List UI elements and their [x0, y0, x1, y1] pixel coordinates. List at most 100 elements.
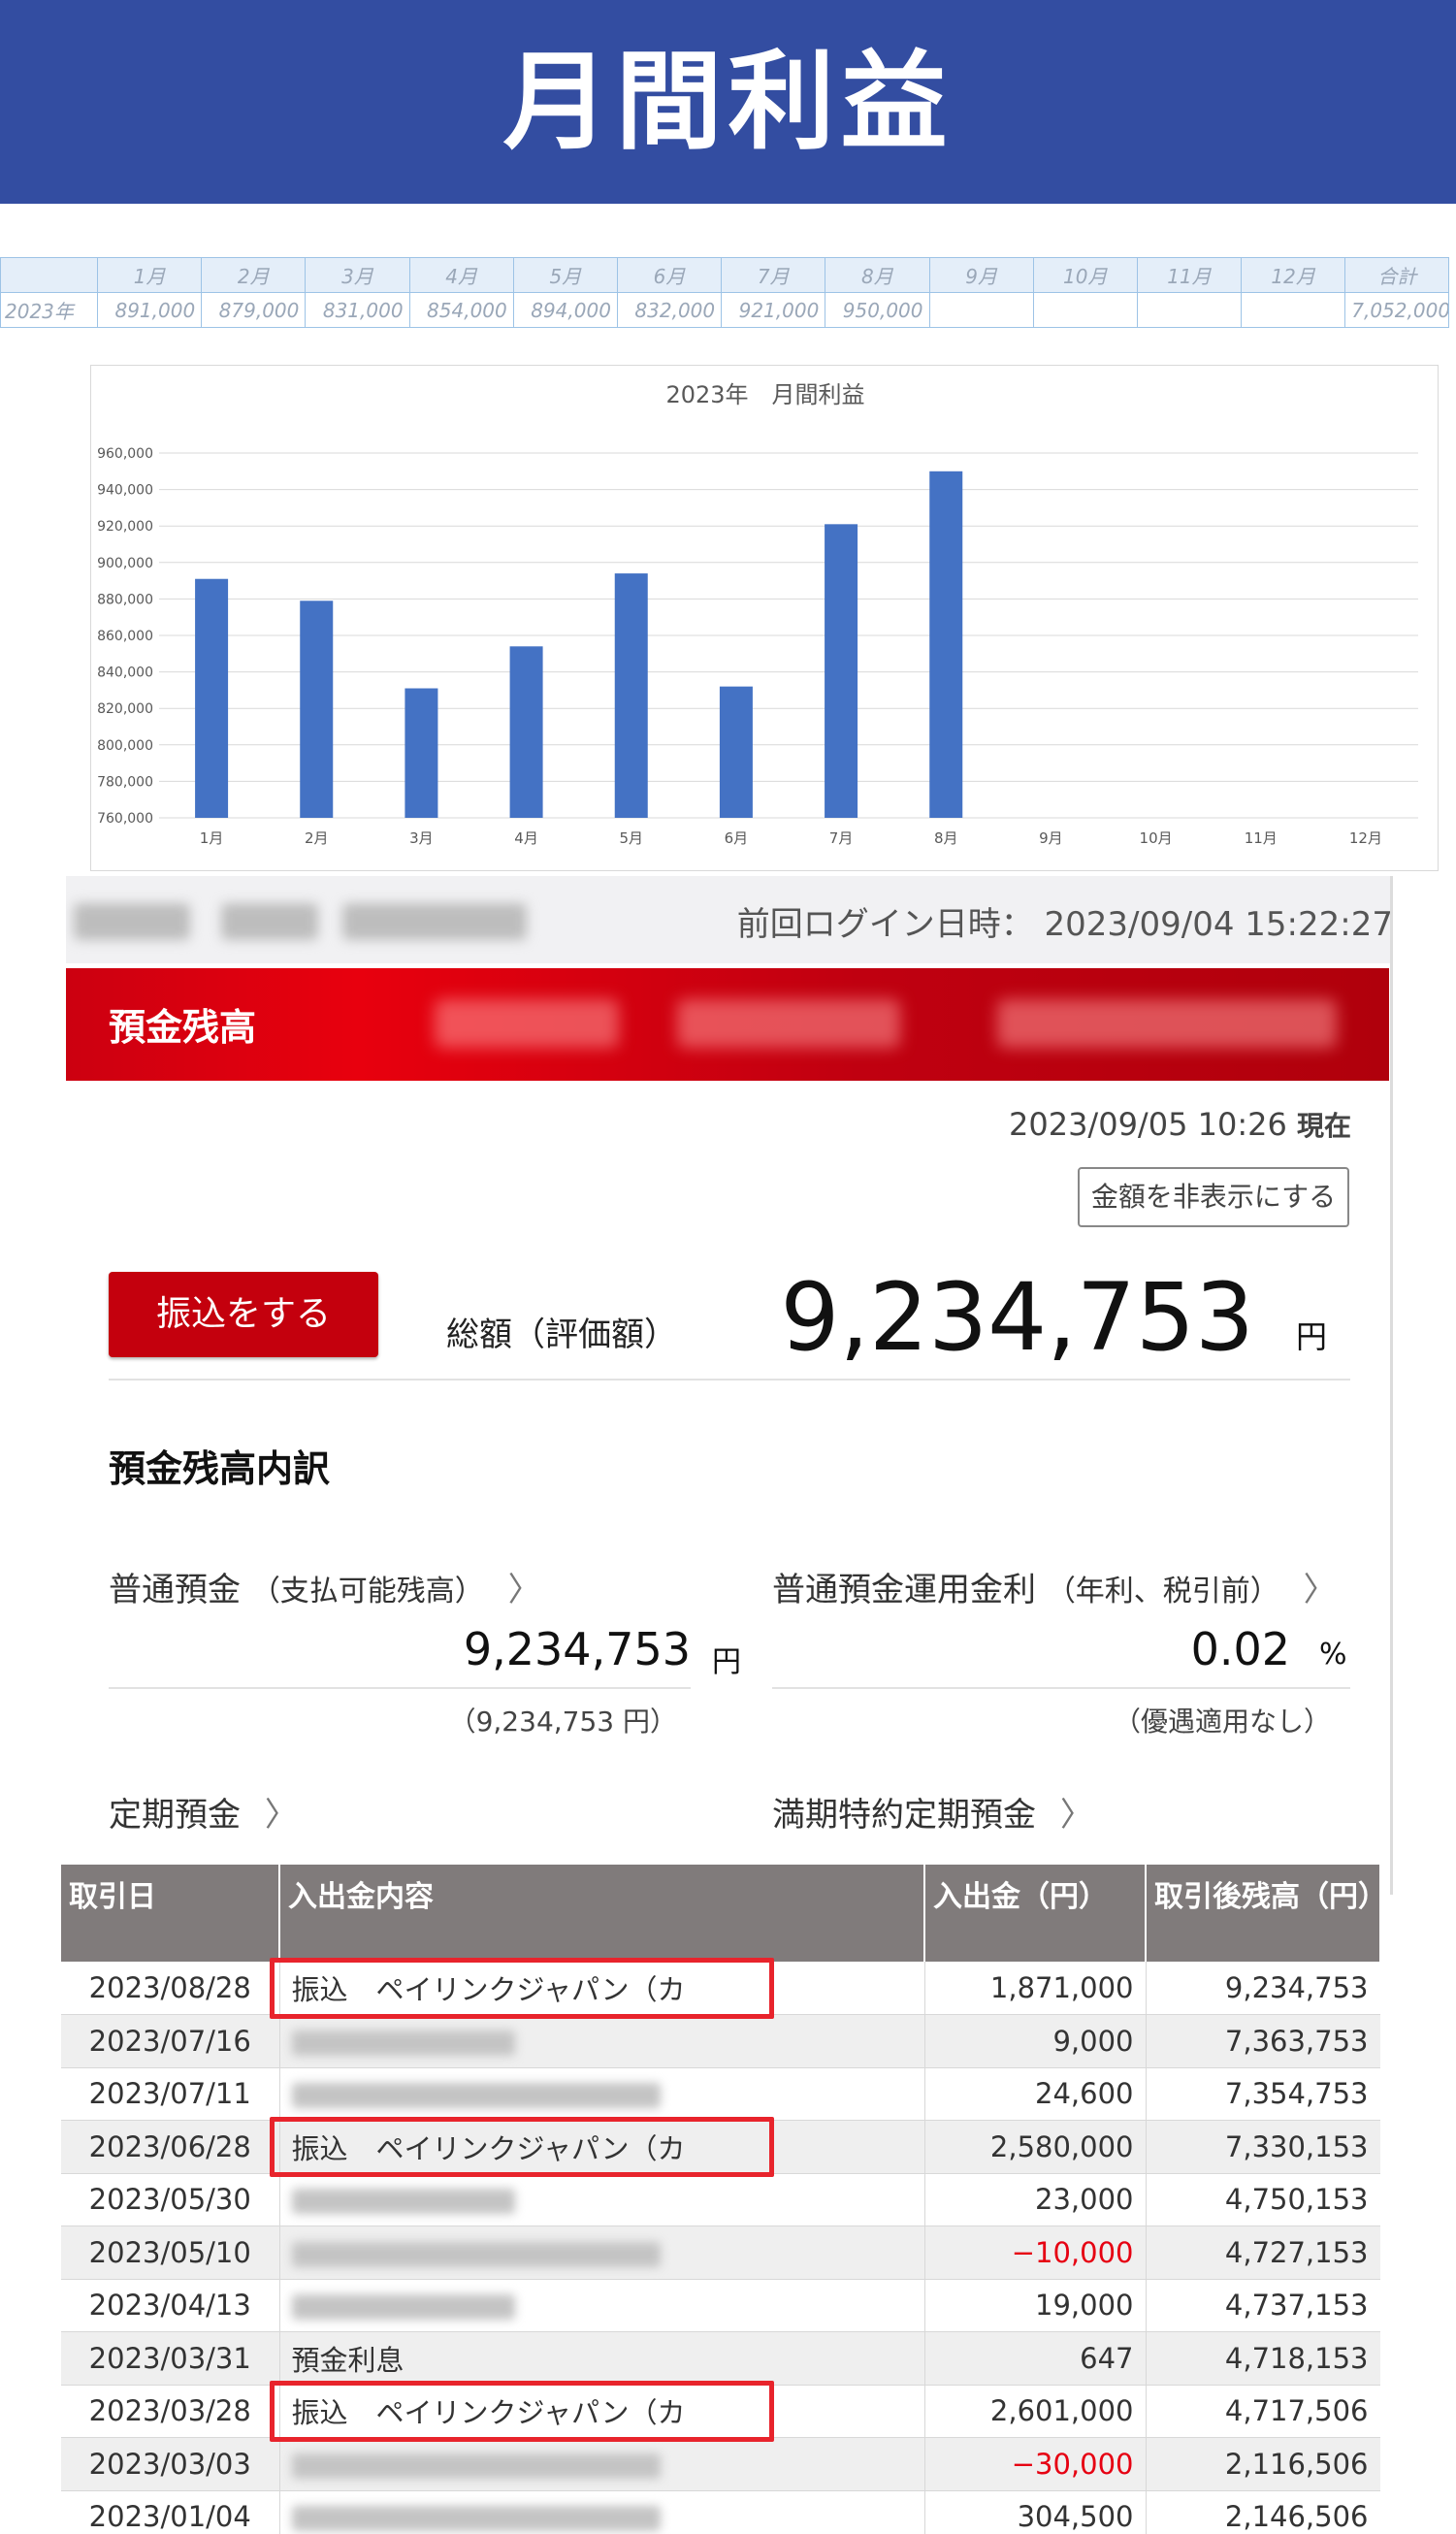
month-value-cell: 950,000 [825, 292, 930, 328]
x-tick-label: 12月 [1349, 829, 1382, 847]
y-tick-label: 920,000 [97, 519, 153, 535]
balance-header-bar: 預金残高 [66, 968, 1389, 1081]
total-yen-unit: 円 [1296, 1318, 1328, 1355]
month-header-cell: 3月 [305, 257, 410, 293]
transaction-balance: 7,354,753 [1146, 2067, 1380, 2121]
transaction-date: 2023/05/10 [61, 2225, 280, 2280]
interest-rate-link[interactable]: 普通預金運用金利 （年利、税引前） 〉 [772, 1563, 1337, 1610]
transaction-row: 2023/05/10 −10,000 4,727,153 [61, 2225, 1380, 2280]
transaction-balance: 4,750,153 [1146, 2173, 1380, 2226]
transaction-balance: 4,717,506 [1146, 2385, 1380, 2438]
transfer-button[interactable]: 振込をする [109, 1272, 378, 1357]
divider [109, 1379, 1350, 1381]
transaction-date: 2023/01/04 [61, 2490, 280, 2534]
y-tick-label: 780,000 [97, 774, 153, 790]
transaction-description [279, 2279, 925, 2332]
month-value-cell: 854,000 [408, 292, 514, 328]
chart-title: 2023年 月間利益 [665, 381, 864, 408]
month-value-cell [1136, 292, 1243, 328]
header-amount: 入出金（円） [924, 1865, 1147, 1962]
monthly-profit-table: 1月 2月 3月 4月 5月 6月 7月 8月 9月 10月 11月 12月 合計 2023年 891,… [0, 257, 1450, 328]
x-tick-label: 10月 [1140, 829, 1173, 847]
month-header-cell: 4月 [408, 257, 514, 293]
x-tick-label: 3月 [409, 829, 434, 847]
transaction-row: 2023/01/04 304,500 2,146,506 [61, 2490, 1380, 2534]
y-tick-label: 820,000 [97, 701, 153, 717]
bar-6 [719, 686, 753, 818]
interest-rate-label: 普通預金運用金利 [772, 1571, 1036, 1609]
transaction-balance: 4,718,153 [1146, 2331, 1380, 2386]
chevron-right-icon: 〉 [1303, 1571, 1337, 1609]
month-value-cell: 7,052,000 [1344, 292, 1450, 328]
x-tick-label: 5月 [619, 829, 643, 847]
ordinary-deposit-link[interactable]: 普通預金 （支払可能残高） 〉 [109, 1563, 541, 1610]
transaction-amount: 9,000 [924, 2014, 1147, 2068]
month-header-cell: 8月 [825, 257, 930, 293]
transaction-balance: 2,116,506 [1146, 2437, 1380, 2491]
x-tick-label: 8月 [934, 829, 958, 847]
as-of-date: 2023/09/05 10:26 [1008, 1106, 1287, 1143]
transaction-amount: 2,580,000 [924, 2120, 1147, 2174]
ordinary-deposit-note: （9,234,753 円） [448, 1706, 677, 1738]
y-tick-label: 800,000 [97, 738, 153, 754]
header-balance: 取引後残高（円） [1146, 1865, 1380, 1962]
monthly-table-header-row: 1月 2月 3月 4月 5月 6月 7月 8月 9月 10月 11月 12月 合計 [0, 257, 1450, 293]
header-date: 取引日 [61, 1865, 280, 1962]
interest-rate-value: 0.02 [1190, 1623, 1290, 1675]
table-corner-cell [0, 257, 98, 293]
ordinary-deposit-sublabel: （支払可能残高） [250, 1575, 484, 1608]
transaction-date: 2023/07/16 [61, 2014, 280, 2068]
divider [109, 1687, 691, 1689]
x-tick-label: 9月 [1039, 829, 1063, 847]
x-tick-label: 11月 [1245, 829, 1278, 847]
special-time-deposit-link[interactable]: 満期特約定期預金 〉 [772, 1788, 1093, 1836]
hide-amount-button[interactable]: 金額を非表示にする [1078, 1167, 1349, 1227]
y-tick-label: 760,000 [97, 811, 153, 827]
month-header-cell: 12月 [1241, 257, 1346, 293]
transaction-amount: 19,000 [924, 2279, 1147, 2332]
blurred-name [74, 903, 190, 940]
x-tick-label: 6月 [725, 829, 749, 847]
month-header-cell: 9月 [928, 257, 1034, 293]
blurred-description [291, 2241, 661, 2267]
transaction-description [279, 2437, 925, 2491]
as-of-datetime: 2023/09/05 10:26 現在 [1009, 1105, 1351, 1144]
blurred-description [291, 2030, 515, 2056]
bank-balance-panel: 前回ログイン日時： 2023/09/04 15:22:27 預金残高 2023/… [66, 876, 1393, 1895]
month-value-cell: 879,000 [201, 292, 307, 328]
transaction-date: 2023/08/28 [61, 1962, 280, 2015]
month-value-cell [1032, 292, 1138, 328]
transaction-date: 2023/03/03 [61, 2437, 280, 2491]
interest-rate-sublabel: （年利、税引前） [1046, 1575, 1279, 1608]
blurred-account-type [677, 999, 900, 1048]
x-tick-label: 2月 [305, 829, 329, 847]
header-description: 入出金内容 [279, 1865, 925, 1962]
month-header-cell: 6月 [616, 257, 723, 293]
blurred-branch [435, 999, 619, 1048]
blurred-description [291, 2453, 661, 2479]
account-holder-bar: 前回ログイン日時： 2023/09/04 15:22:27 [66, 876, 1393, 963]
transaction-date: 2023/03/31 [61, 2331, 280, 2386]
transaction-description: 預金利息 [279, 2331, 925, 2386]
transaction-amount: 2,601,000 [924, 2385, 1147, 2438]
ordinary-deposit-unit: 円 [712, 1645, 741, 1679]
blurred-description [291, 2294, 515, 2321]
transaction-date: 2023/03/28 [61, 2385, 280, 2438]
transaction-balance: 7,330,153 [1146, 2120, 1380, 2174]
month-header-cell: 合計 [1344, 257, 1450, 293]
interest-rate-unit: % [1319, 1638, 1347, 1672]
transaction-row: 2023/04/13 19,000 4,737,153 [61, 2279, 1380, 2332]
interest-rate-note: （優遇適用なし） [1113, 1706, 1331, 1738]
transaction-description [279, 2225, 925, 2280]
highlight-box [270, 2381, 774, 2442]
total-label: 総額（評価額） [446, 1316, 677, 1354]
x-tick-label: 7月 [829, 829, 854, 847]
transaction-date: 2023/04/13 [61, 2279, 280, 2332]
month-header-cell: 2月 [201, 257, 307, 293]
last-login-datetime: 前回ログイン日時： 2023/09/04 15:22:27 [736, 905, 1393, 944]
time-deposit-link[interactable]: 定期預金 〉 [109, 1788, 298, 1836]
chevron-right-icon: 〉 [264, 1796, 298, 1835]
ordinary-deposit-label: 普通預金 [109, 1571, 241, 1609]
transaction-row: 2023/07/16 9,000 7,363,753 [61, 2014, 1380, 2068]
blurred-name [342, 903, 527, 940]
